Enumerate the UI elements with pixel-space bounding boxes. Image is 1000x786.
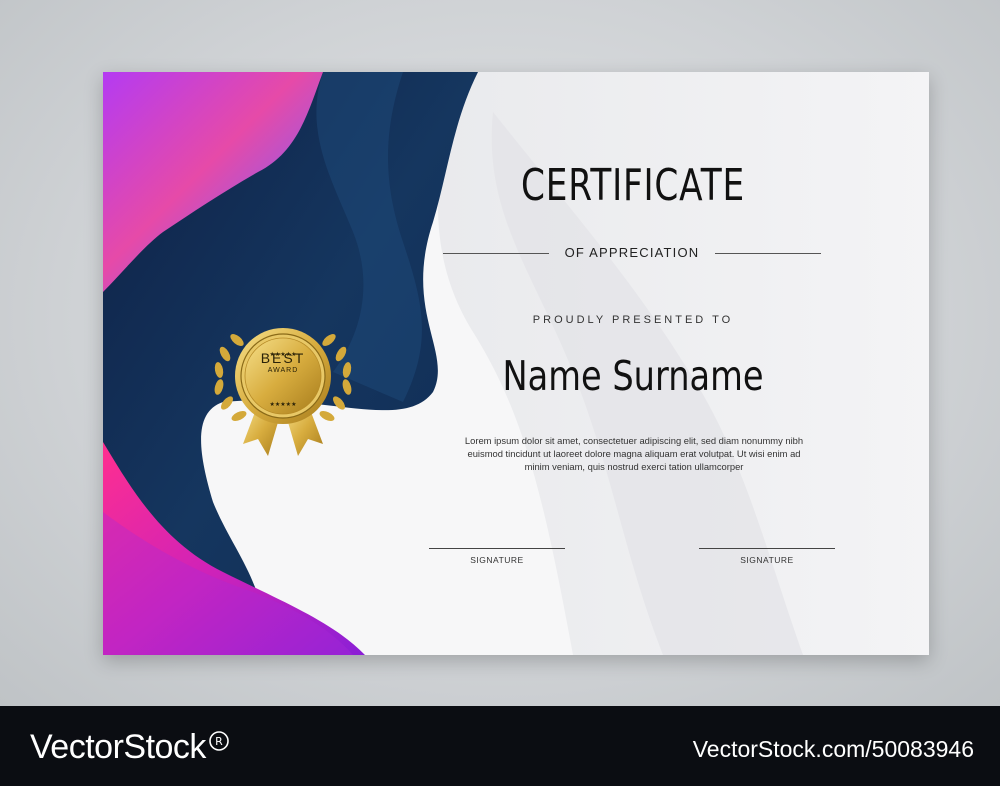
medal-bottom-stars: ★★★★★ bbox=[270, 401, 297, 408]
body-line: minim veniam, quis nostrud exerci tation… bbox=[524, 461, 744, 472]
medal-line2: AWARD bbox=[267, 367, 299, 374]
signature-label-left: SIGNATURE bbox=[470, 555, 524, 565]
gold-medal-icon: ★★★★★ ★★★★★ bbox=[214, 328, 352, 456]
signature-line-right bbox=[699, 548, 835, 549]
presented-to-text: PROUDLY PRESENTED TO bbox=[532, 314, 734, 326]
recipient-name: Name Surname bbox=[502, 352, 764, 400]
body-line: Lorem ipsum dolor sit amet, consectetuer… bbox=[464, 435, 804, 446]
signature-label-right: SIGNATURE bbox=[740, 555, 794, 565]
stock-id-link[interactable]: VectorStock.com/50083946 bbox=[693, 736, 974, 763]
svg-text:R: R bbox=[215, 735, 223, 748]
medal-line1: BEST bbox=[260, 350, 306, 366]
signature-line-left bbox=[429, 548, 565, 549]
certificate-subtitle: OF APPRECIATION bbox=[564, 245, 700, 260]
certificate: ★★★★★ ★★★★★ BEST AWARD CERTIFICATE OF AP… bbox=[103, 72, 929, 655]
subtitle-rule-right bbox=[715, 253, 821, 254]
body-paragraph: Lorem ipsum dolor sit amet, consectetuer… bbox=[439, 434, 829, 473]
subtitle-rule-left bbox=[443, 253, 549, 254]
footer-bar: VectorStock R VectorStock.com/50083946 bbox=[0, 706, 1000, 786]
certificate-title: CERTIFICATE bbox=[521, 160, 745, 211]
registered-mark-icon: R bbox=[209, 731, 229, 751]
body-line: euismod tincidunt ut laoreet dolore magn… bbox=[467, 448, 801, 459]
brand-logo: VectorStock bbox=[30, 728, 206, 766]
